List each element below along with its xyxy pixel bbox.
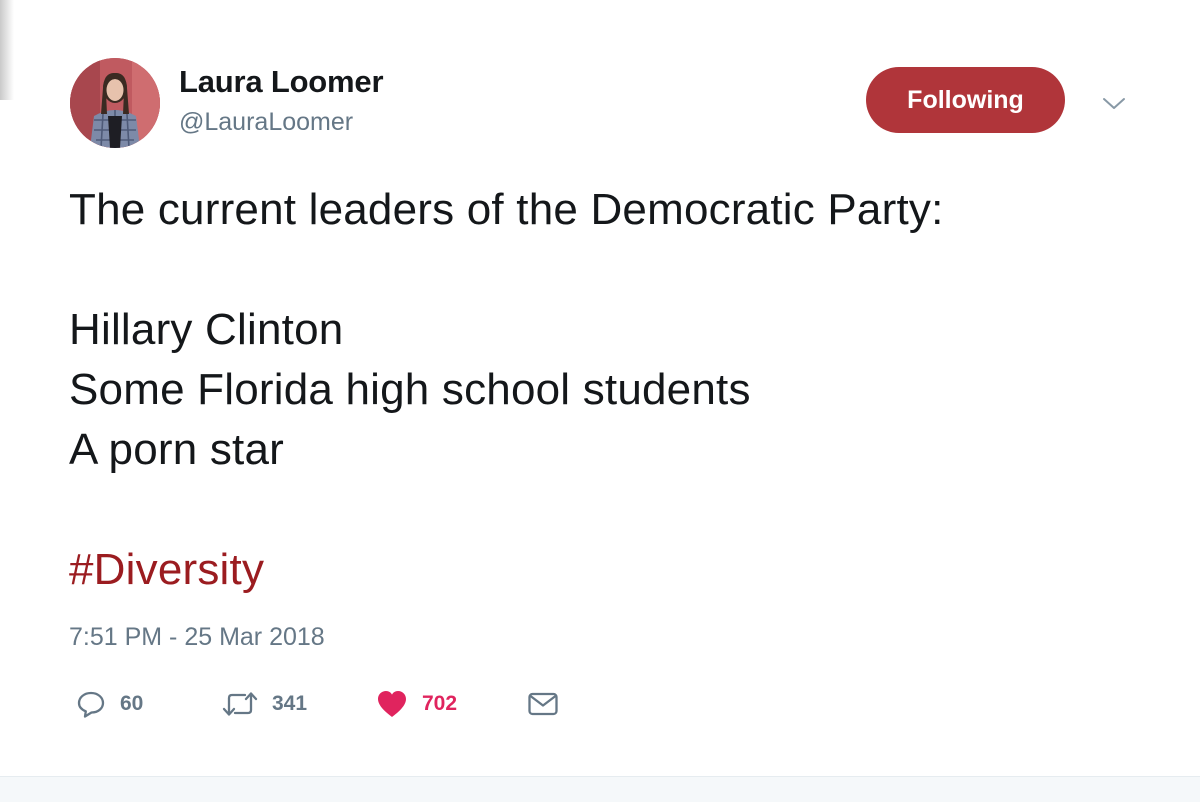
tweet-timestamp[interactable]: 7:51 PM - 25 Mar 2018 bbox=[69, 623, 325, 652]
display-name[interactable]: Laura Loomer bbox=[179, 64, 384, 100]
direct-message-button[interactable] bbox=[527, 682, 559, 726]
user-handle[interactable]: @LauraLoomer bbox=[179, 108, 353, 137]
retweet-button[interactable]: 341 bbox=[222, 682, 307, 726]
tweet-text-line: A porn star bbox=[69, 425, 284, 474]
retweet-count: 341 bbox=[272, 692, 308, 715]
tweet-text: The current leaders of the Democratic Pa… bbox=[69, 180, 1169, 600]
following-button[interactable]: Following bbox=[866, 67, 1065, 133]
tweet-text-line: Hillary Clinton bbox=[69, 305, 344, 354]
chevron-down-icon bbox=[1103, 98, 1125, 109]
retweet-icon bbox=[222, 692, 258, 716]
reply-count: 60 bbox=[120, 692, 144, 715]
reply-button[interactable]: 60 bbox=[76, 682, 143, 726]
heart-icon bbox=[378, 691, 406, 717]
reply-icon bbox=[77, 691, 105, 718]
tweet-text-line: Some Florida high school students bbox=[69, 365, 751, 414]
like-count: 702 bbox=[422, 692, 458, 715]
tweet-text-line: #Diversity bbox=[69, 540, 1169, 600]
avatar[interactable] bbox=[70, 58, 160, 148]
tweet-card: Laura Loomer @LauraLoomer Following The … bbox=[0, 0, 1200, 802]
tweet-actions: 60 341 702 bbox=[0, 682, 1200, 726]
hashtag-link[interactable]: #Diversity bbox=[69, 545, 264, 594]
footer-strip bbox=[0, 777, 1200, 802]
profile-photo-icon bbox=[70, 58, 160, 148]
like-button[interactable]: 702 bbox=[376, 682, 457, 726]
tweet-menu-button[interactable] bbox=[1100, 90, 1128, 118]
tweet-text-line: The current leaders of the Democratic Pa… bbox=[69, 185, 944, 234]
edge-shadow bbox=[0, 0, 14, 100]
envelope-icon bbox=[528, 692, 558, 716]
